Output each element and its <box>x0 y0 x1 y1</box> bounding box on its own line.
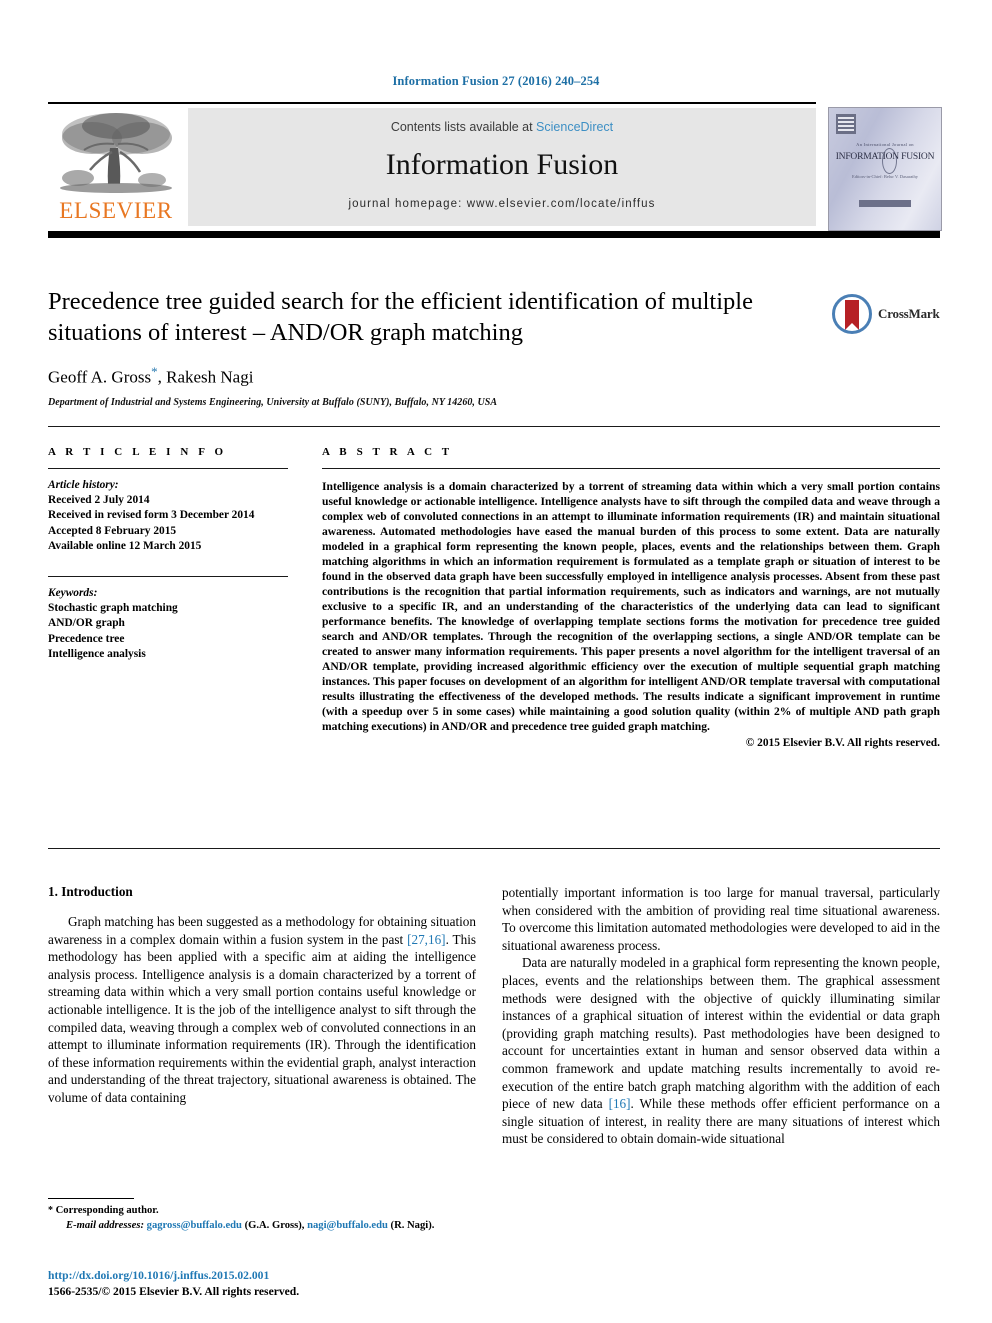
corresponding-author-text: Corresponding author. <box>53 1205 159 1216</box>
abstract-section-bottom-rule <box>48 848 940 849</box>
journal-title: Information Fusion <box>385 148 619 181</box>
header-top-rule <box>48 102 816 104</box>
page-title: Precedence tree guided search for the ef… <box>48 288 753 346</box>
keyword-item: Intelligence analysis <box>48 647 146 660</box>
email-name-nagi: (R. Nagi). <box>387 1219 435 1231</box>
keyword-item: Stochastic graph matching <box>48 602 178 615</box>
author-list: Geoff A. Gross*, Rakesh Nagi <box>48 364 808 388</box>
history-item: Available online 12 March 2015 <box>48 539 202 552</box>
contents-prefix: Contents lists available at <box>390 120 537 134</box>
elsevier-tree-icon <box>60 113 172 193</box>
abstract-copyright: © 2015 Elsevier B.V. All rights reserved… <box>745 737 940 749</box>
citation-ref-27-16[interactable]: [27,16] <box>407 932 445 947</box>
intro-text-b: . This methodology has been applied with… <box>48 931 476 1105</box>
header-bottom-rule <box>48 231 940 238</box>
cover-subtitle: Editors-in-Chief: Belur V. Dasarathy <box>851 174 919 179</box>
journal-header-band: ELSEVIER Contents lists available at Sci… <box>48 106 816 228</box>
article-info-column: A R T I C L E I N F O Article history: R… <box>48 446 288 662</box>
intro-paragraph-right-2: Data are naturally modeled in a graphica… <box>502 954 940 1148</box>
keyword-item: AND/OR graph <box>48 617 125 630</box>
issn-copyright-line: 1566-2535/© 2015 Elsevier B.V. All right… <box>48 1284 300 1298</box>
history-item: Received in revised form 3 December 2014 <box>48 509 255 522</box>
footer-block: http://dx.doi.org/10.1016/j.inffus.2015.… <box>48 1268 508 1299</box>
crossmark-ring-icon <box>832 294 872 334</box>
article-info-rule <box>48 468 288 469</box>
contents-available-line: Contents lists available at ScienceDirec… <box>188 120 816 134</box>
affiliation: Department of Industrial and Systems Eng… <box>48 396 498 408</box>
footnote-rule <box>48 1198 134 1199</box>
journal-homepage-link[interactable]: journal homepage: www.elsevier.com/locat… <box>188 198 816 210</box>
history-item: Accepted 8 February 2015 <box>48 524 177 537</box>
email-name-gross: (G.A. Gross), <box>241 1219 308 1231</box>
citation-ref-16[interactable]: [16] <box>609 1096 631 1111</box>
intro2-text-a: Data are naturally modeled in a graphica… <box>502 955 940 1112</box>
doi-link[interactable]: http://dx.doi.org/10.1016/j.inffus.2015.… <box>48 1268 508 1284</box>
email-addresses-note: E-mail addresses: gagross@buffalo.edu (G… <box>48 1219 476 1234</box>
cover-publisher-logo-icon <box>836 114 856 134</box>
cover-top-text: An International Journal on <box>856 142 914 147</box>
footnote-block: * Corresponding author. E-mail addresses… <box>48 1204 476 1233</box>
crossmark-label: CrossMark <box>878 306 940 321</box>
elsevier-wordmark: ELSEVIER <box>59 198 173 223</box>
email-link-nagi[interactable]: nagi@buffalo.edu <box>307 1220 388 1231</box>
author-secondary: , Rakesh Nagi <box>157 367 254 387</box>
abstract-section-top-rule <box>48 426 940 427</box>
crossmark-bookmark-icon <box>845 300 859 330</box>
cover-footer-bar <box>859 200 911 207</box>
keywords-group: Keywords: Stochastic graph matching AND/… <box>48 586 288 662</box>
email-label: E-mail addresses: <box>66 1219 144 1231</box>
intro-paragraph-right-cont: potentially important information is too… <box>502 885 940 953</box>
article-history-group: Article history: Received 2 July 2014 Re… <box>48 478 288 554</box>
corresponding-author-note: * Corresponding author. <box>48 1204 476 1219</box>
paper-page: Information Fusion 27 (2016) 240–254 ELS… <box>0 0 992 1323</box>
article-history-label: Article history: <box>48 479 119 491</box>
email-link-gross[interactable]: gagross@buffalo.edu <box>147 1220 242 1231</box>
keywords-label: Keywords: <box>48 587 98 600</box>
history-item: Received 2 July 2014 <box>48 494 150 507</box>
intro-paragraph-left: Graph matching has been suggested as a m… <box>48 913 476 1107</box>
abstract-text: Intelligence analysis is a domain charac… <box>322 480 940 733</box>
elsevier-logo: ELSEVIER <box>48 108 184 228</box>
article-info-heading: A R T I C L E I N F O <box>48 446 227 458</box>
keyword-item: Precedence tree <box>48 632 125 645</box>
author-primary: Geoff A. Gross <box>48 367 152 387</box>
keywords-divider-rule <box>48 576 288 578</box>
abstract-heading: A B S T R A C T <box>322 446 453 458</box>
title-block: Precedence tree guided search for the ef… <box>48 286 808 408</box>
cover-title: INFORMATION FUSION <box>835 152 935 162</box>
running-head: Information Fusion 27 (2016) 240–254 <box>392 74 600 88</box>
crossmark-badge[interactable]: CrossMark <box>832 292 940 338</box>
sciencedirect-link[interactable]: ScienceDirect <box>536 120 613 134</box>
journal-cover-thumbnail: An International Journal on INFORMATION … <box>828 107 942 231</box>
section-heading-introduction: 1. Introduction <box>48 884 133 899</box>
abstract-rule <box>322 468 940 469</box>
body-column-left: 1. Introduction Graph matching has been … <box>48 884 476 1107</box>
journal-header-grey-panel: Contents lists available at ScienceDirec… <box>188 108 816 226</box>
abstract-column: A B S T R A C T Intelligence analysis is… <box>322 446 940 749</box>
body-column-right: potentially important information is too… <box>502 884 940 1148</box>
